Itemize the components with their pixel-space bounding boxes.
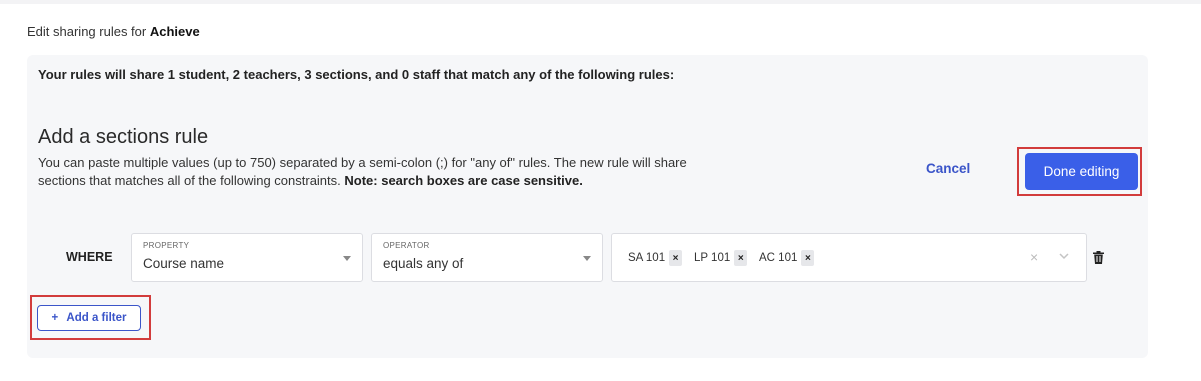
values-multiselect[interactable]: SA 101 × LP 101 × AC 101 × × [611, 233, 1087, 282]
property-value: Course name [143, 256, 225, 271]
rules-panel: Your rules will share 1 student, 2 teach… [27, 55, 1148, 358]
operator-select[interactable]: OPERATOR equals any of [371, 233, 603, 282]
description-note: Note: search boxes are case sensitive. [344, 173, 583, 188]
property-select[interactable]: PROPERTY Course name [131, 233, 363, 282]
done-editing-button[interactable]: Done editing [1025, 153, 1138, 190]
tag-label: SA 101 [628, 252, 666, 264]
rules-summary: Your rules will share 1 student, 2 teach… [38, 67, 675, 82]
page-header: Edit sharing rules for Achieve [27, 24, 200, 39]
tag-label: LP 101 [694, 252, 731, 264]
app-name: Achieve [149, 24, 200, 39]
clear-all-icon[interactable]: × [1030, 249, 1038, 265]
operator-value: equals any of [383, 256, 464, 271]
chevron-down-icon[interactable] [1058, 250, 1070, 262]
value-tag: AC 101 × [759, 249, 815, 267]
header-prefix: Edit sharing rules for [27, 24, 147, 39]
add-filter-label: Add a filter [66, 312, 127, 324]
where-label: WHERE [66, 250, 113, 264]
close-icon[interactable]: × [669, 250, 683, 266]
chevron-down-icon [583, 256, 591, 261]
chevron-down-icon [343, 256, 351, 261]
trash-icon[interactable] [1093, 251, 1104, 264]
rule-title: Add a sections rule [38, 126, 209, 148]
operator-label: OPERATOR [383, 241, 430, 250]
add-filter-button[interactable]: + Add a filter [37, 305, 141, 331]
property-label: PROPERTY [143, 241, 190, 250]
value-tag: SA 101 × [628, 249, 683, 267]
close-icon[interactable]: × [801, 250, 815, 266]
plus-icon: + [51, 312, 59, 324]
close-icon[interactable]: × [734, 250, 748, 266]
top-divider [0, 0, 1201, 4]
cancel-button[interactable]: Cancel [926, 161, 970, 176]
rule-description: You can paste multiple values (up to 750… [38, 154, 718, 190]
value-tag: LP 101 × [694, 249, 748, 267]
tag-label: AC 101 [759, 252, 798, 264]
